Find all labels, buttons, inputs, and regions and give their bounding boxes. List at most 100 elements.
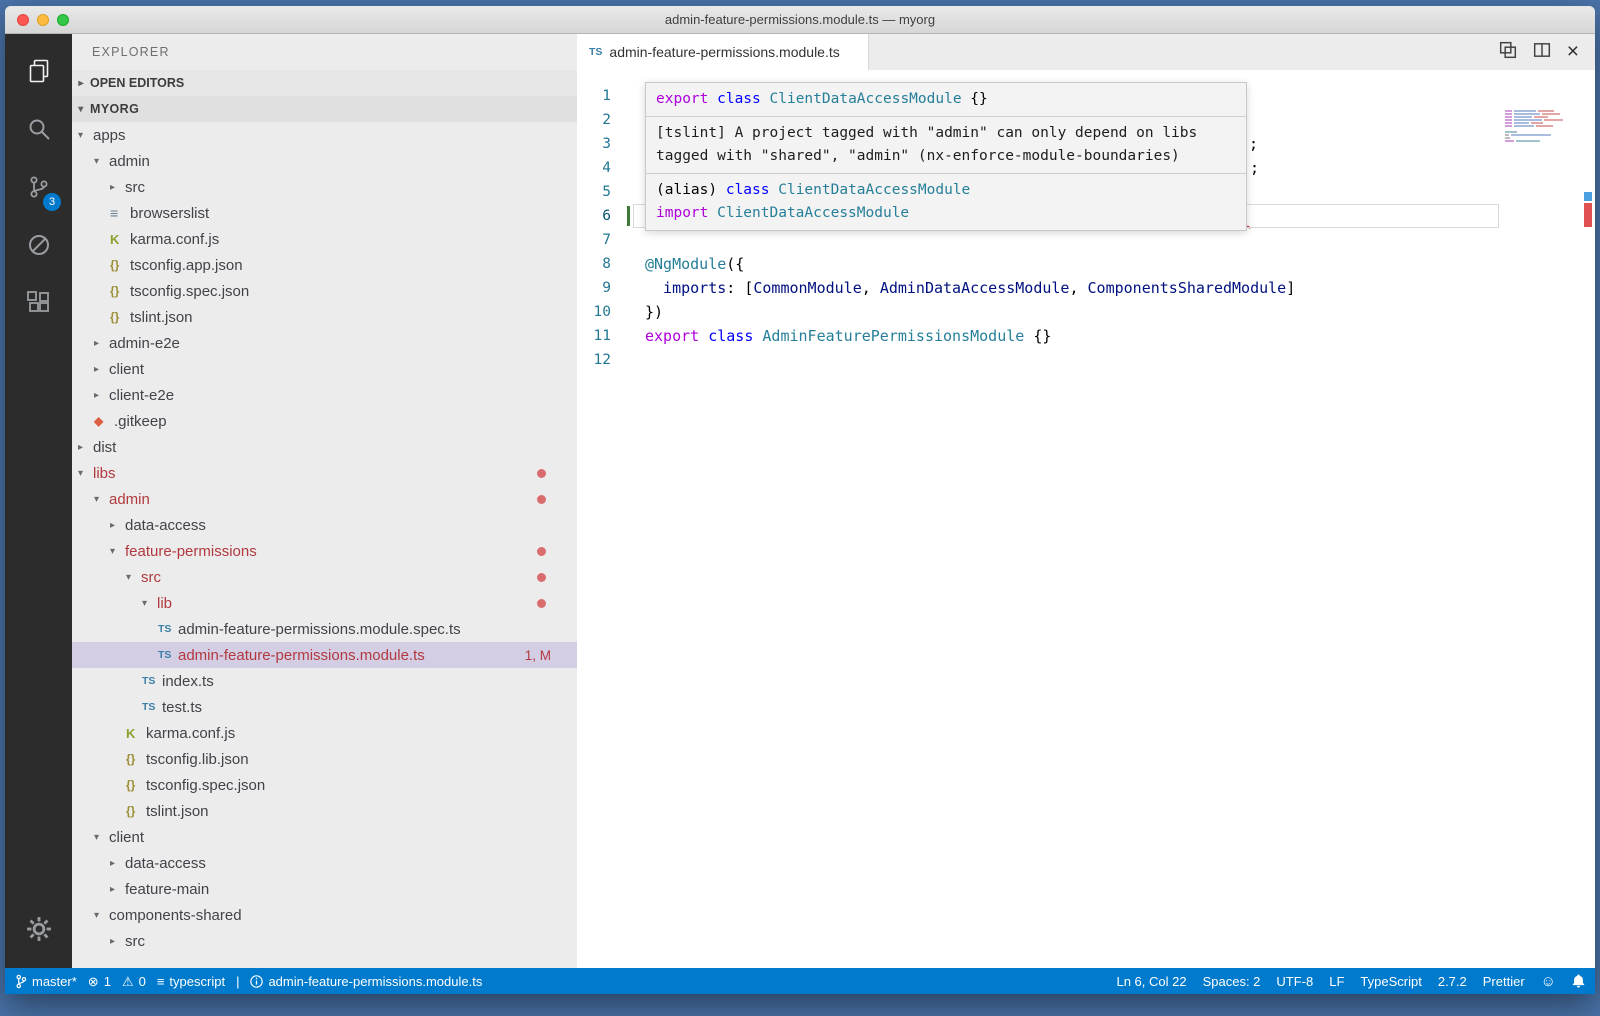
- sidebar-title: EXPLORER: [72, 34, 577, 70]
- section-root-folder[interactable]: ▾ MYORG: [72, 96, 577, 122]
- json-icon: {}: [110, 284, 130, 298]
- section-open-editors[interactable]: ▸ OPEN EDITORS: [72, 70, 577, 96]
- tree-folder-data-access[interactable]: ▸data-access: [72, 512, 577, 538]
- tree-folder-admin[interactable]: ▾admin: [72, 148, 577, 174]
- tree-item-label: tsconfig.spec.json: [130, 283, 249, 300]
- status-problems-warnings[interactable]: ⚠0: [122, 974, 146, 989]
- chevron-down-icon: ▾: [72, 104, 90, 115]
- activity-explorer[interactable]: [5, 44, 72, 102]
- token: ;: [1249, 135, 1258, 153]
- tree-file-tsconfig.app.json[interactable]: {}tsconfig.app.json: [72, 252, 577, 278]
- tree-folder-lib[interactable]: ▾lib: [72, 590, 577, 616]
- tree-folder-components-shared[interactable]: ▾components-shared: [72, 902, 577, 928]
- split-editor-button[interactable]: [1533, 41, 1551, 64]
- chevron-right-icon: ▸: [78, 442, 93, 453]
- tree-folder-data-access[interactable]: ▸data-access: [72, 850, 577, 876]
- modified-dot: [537, 547, 546, 556]
- tree-file-admin-feature-permissions.module.spec.ts[interactable]: TSadmin-feature-permissions.module.spec.…: [72, 616, 577, 642]
- tab-active-file[interactable]: TS admin-feature-permissions.module.ts: [577, 34, 869, 70]
- code-line-12[interactable]: 12: [577, 348, 1595, 372]
- tree-file-karma.conf.js[interactable]: Kkarma.conf.js: [72, 226, 577, 252]
- tree-folder-src[interactable]: ▸src: [72, 174, 577, 200]
- checklist-icon: ≡: [157, 974, 165, 989]
- open-changes-button[interactable]: [1499, 41, 1517, 64]
- tree-item-label: admin-e2e: [109, 335, 180, 352]
- tree-item-label: data-access: [125, 855, 206, 872]
- tree-file-test.ts[interactable]: TStest.ts: [72, 694, 577, 720]
- tree-file-admin-feature-permissions.module.ts[interactable]: TSadmin-feature-permissions.module.ts1, …: [72, 642, 577, 668]
- code-line-8[interactable]: 8@NgModule({: [577, 252, 1595, 276]
- minimap[interactable]: [1505, 110, 1569, 142]
- status-indentation[interactable]: Spaces: 2: [1203, 974, 1261, 989]
- open-editors-label: OPEN EDITORS: [90, 76, 184, 90]
- tree-folder-client[interactable]: ▾client: [72, 824, 577, 850]
- tree-file-index.ts[interactable]: TSindex.ts: [72, 668, 577, 694]
- status-label: master*: [32, 974, 77, 989]
- chevron-down-icon: ▾: [78, 468, 93, 479]
- activity-bar: 3: [5, 34, 72, 968]
- tree-folder-src[interactable]: ▾src: [72, 564, 577, 590]
- tree-item-label: dist: [93, 439, 116, 456]
- karma-icon: K: [126, 726, 146, 741]
- chevron-right-icon: ▸: [110, 884, 125, 895]
- tree-file-karma.conf.js[interactable]: Kkarma.conf.js: [72, 720, 577, 746]
- chevron-down-icon: ▾: [94, 494, 109, 505]
- chevron-right-icon: ▸: [94, 364, 109, 375]
- status-typescript-version[interactable]: 2.7.2: [1438, 974, 1467, 989]
- code-line-9[interactable]: 9 imports: [CommonModule, AdminDataAcces…: [577, 276, 1595, 300]
- status-cursor-position[interactable]: Ln 6, Col 22: [1116, 974, 1186, 989]
- status-git-branch[interactable]: master*: [15, 974, 77, 989]
- activity-extensions[interactable]: [5, 276, 72, 334]
- warning-icon: ⚠: [122, 974, 134, 989]
- close-window-button[interactable]: [17, 14, 29, 26]
- status-eol[interactable]: LF: [1329, 974, 1344, 989]
- token: class: [726, 182, 778, 198]
- status-encoding[interactable]: UTF-8: [1276, 974, 1313, 989]
- tree-file-tsconfig.spec.json[interactable]: {}tsconfig.spec.json: [72, 278, 577, 304]
- tree-file-tslint.json[interactable]: {}tslint.json: [72, 304, 577, 330]
- status-linter-status[interactable]: ≡typescript: [157, 974, 225, 989]
- close-editor-button[interactable]: ×: [1567, 41, 1579, 63]
- tree-folder-admin[interactable]: ▾admin: [72, 486, 577, 512]
- token: (alias): [656, 182, 726, 198]
- tree-folder-admin-e2e[interactable]: ▸admin-e2e: [72, 330, 577, 356]
- tree-folder-client[interactable]: ▸client: [72, 356, 577, 382]
- activity-settings[interactable]: [5, 902, 72, 960]
- status-feedback[interactable]: ☺: [1541, 974, 1556, 989]
- chevron-down-icon: ▾: [142, 598, 157, 609]
- tree-file-browserslist[interactable]: ≡browserslist: [72, 200, 577, 226]
- token: {}: [1024, 327, 1051, 345]
- status-notifications[interactable]: [1572, 974, 1585, 988]
- tree-file-tsconfig.spec.json[interactable]: {}tsconfig.spec.json: [72, 772, 577, 798]
- zoom-window-button[interactable]: [57, 14, 69, 26]
- tree-file-tsconfig.lib.json[interactable]: {}tsconfig.lib.json: [72, 746, 577, 772]
- activity-source-control[interactable]: 3: [5, 160, 72, 218]
- tree-folder-src[interactable]: ▸src: [72, 928, 577, 954]
- code-area[interactable]: 123;4';56import { ClientDataAccessModule…: [577, 70, 1595, 968]
- tree-folder-libs[interactable]: ▾libs: [72, 460, 577, 486]
- tree-file-tslint.json[interactable]: {}tslint.json: [72, 798, 577, 824]
- tree-folder-dist[interactable]: ▸dist: [72, 434, 577, 460]
- activity-search[interactable]: [5, 102, 72, 160]
- status-active-file-info[interactable]: admin-feature-permissions.module.ts: [250, 974, 482, 989]
- code-line-11[interactable]: 11export class AdminFeaturePermissionsMo…: [577, 324, 1595, 348]
- tree-folder-client-e2e[interactable]: ▸client-e2e: [72, 382, 577, 408]
- titlebar[interactable]: admin-feature-permissions.module.ts — my…: [5, 6, 1595, 34]
- explorer-sidebar: EXPLORER ▸ OPEN EDITORS ▾ MYORG ▾apps▾ad…: [72, 34, 577, 968]
- minimize-window-button[interactable]: [37, 14, 49, 26]
- status-formatter[interactable]: Prettier: [1483, 974, 1525, 989]
- chevron-right-icon: ▸: [110, 520, 125, 531]
- modified-dot: [537, 599, 546, 608]
- tree-folder-feature-permissions[interactable]: ▾feature-permissions: [72, 538, 577, 564]
- activity-debug[interactable]: [5, 218, 72, 276]
- tree-file-.gitkeep[interactable]: ◆.gitkeep: [72, 408, 577, 434]
- tree-folder-apps[interactable]: ▾apps: [72, 122, 577, 148]
- minimap-line: [1505, 122, 1569, 124]
- code-line-10[interactable]: 10}): [577, 300, 1595, 324]
- status-language-mode[interactable]: TypeScript: [1360, 974, 1421, 989]
- status-problems-errors[interactable]: ⊗1: [88, 974, 111, 989]
- code-line-7[interactable]: 7: [577, 228, 1595, 252]
- tree-folder-feature-main[interactable]: ▸feature-main: [72, 876, 577, 902]
- token: class: [717, 91, 769, 107]
- minimap-line: [1505, 137, 1569, 139]
